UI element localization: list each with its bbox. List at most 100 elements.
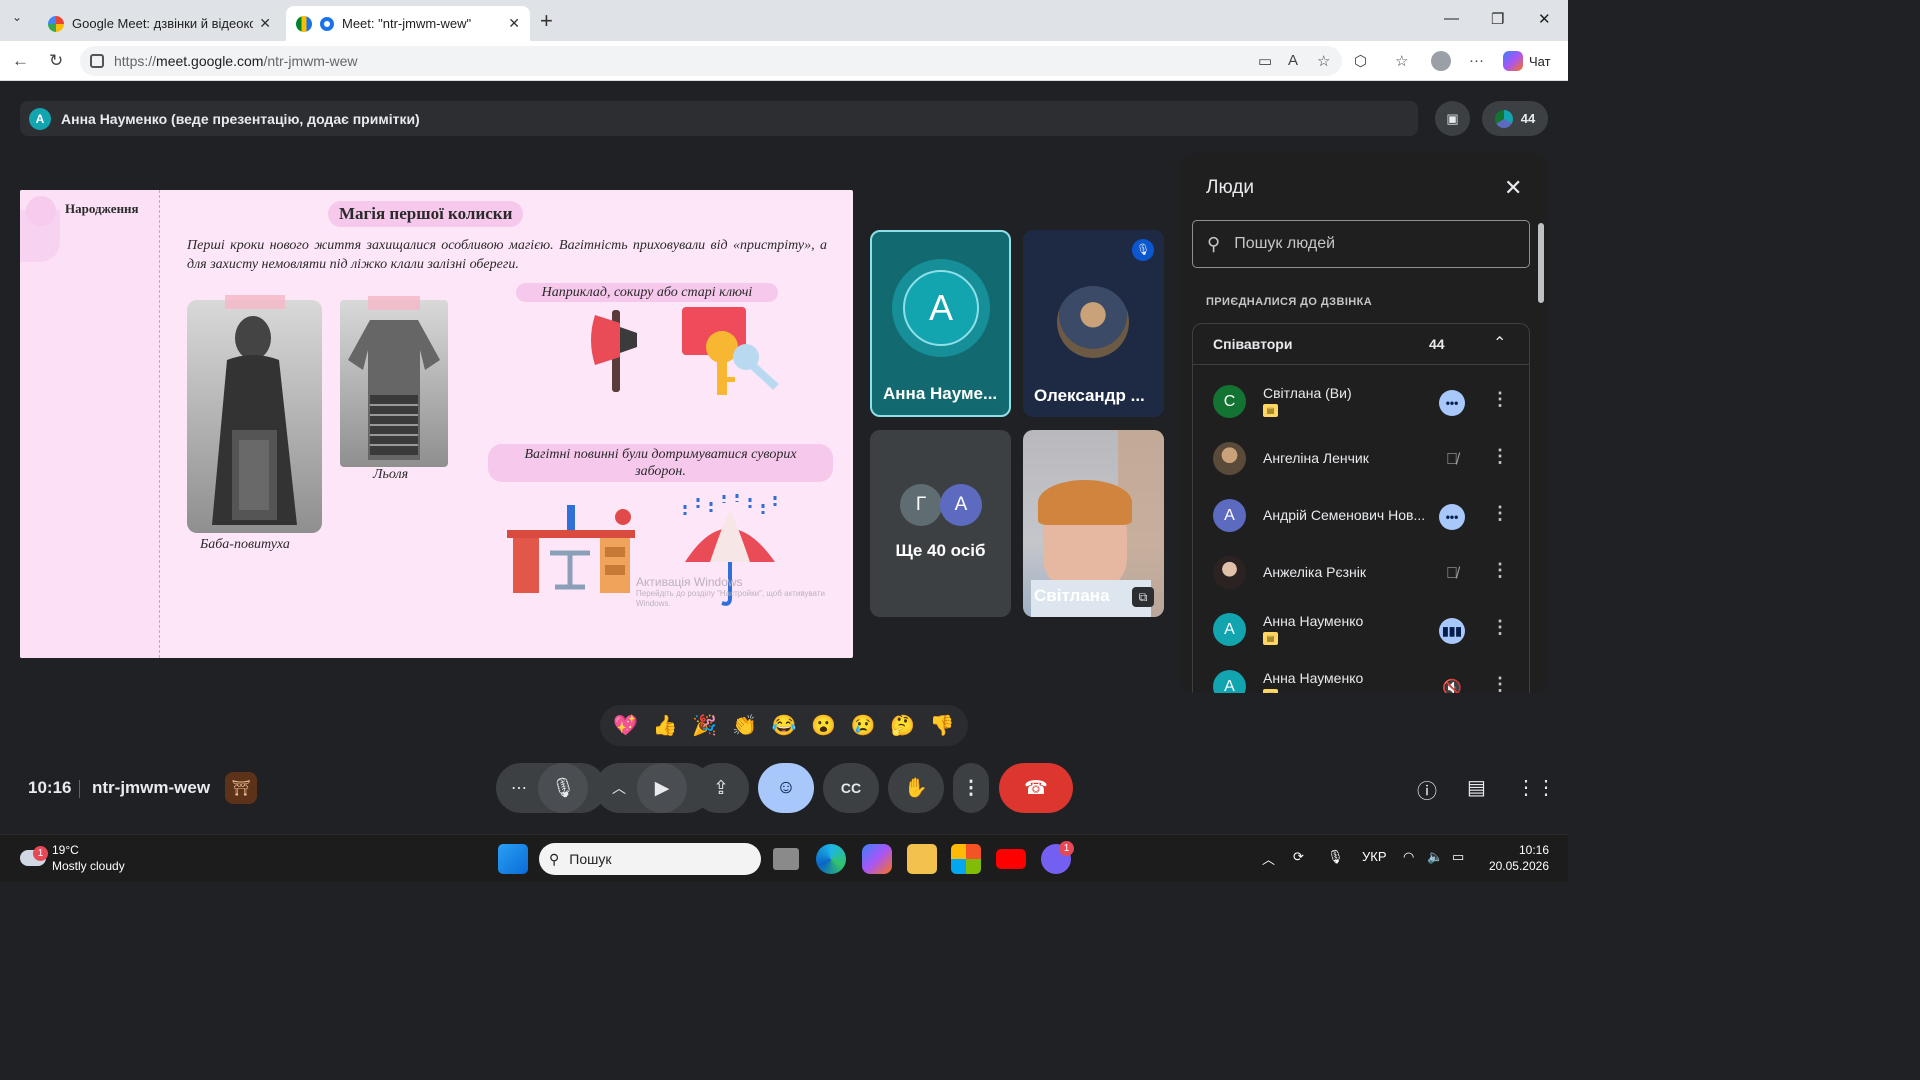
show-hidden-icons-icon[interactable]: ︿ [1262,849,1275,868]
keyboard-language[interactable]: УКР [1362,849,1387,864]
extensions-icon[interactable]: ⬡ [1354,52,1367,70]
pin-icon[interactable]: ⧉ [1132,587,1154,607]
tile-oleksandr[interactable]: 🎙 Олександр ... [1023,230,1164,417]
activity-app-icon[interactable]: ⛩ [225,772,257,804]
url-path: /ntr-jmwm-wew [263,53,358,69]
camera-in-use-icon[interactable]: ▭ [1258,52,1272,70]
reaction-thumbs-up-icon[interactable]: 👍 [653,713,678,738]
tile-presenter[interactable]: A Анна Науме... [870,230,1011,417]
audio-options-icon[interactable]: ⋯ [511,778,527,798]
chat-label: Чат [1529,53,1551,69]
participants-chip[interactable]: 44 [1482,101,1548,136]
sync-icon[interactable]: ⟳ [1293,849,1304,865]
tab-meet-call[interactable]: Meet: "ntr-jmwm-wew" ✕ [286,6,530,41]
people-scrollbar[interactable] [1538,223,1544,303]
minimize-icon[interactable]: — [1444,10,1459,27]
participant-row[interactable]: A Анна Науменко ▤ ▮▮▮ ⋮ [1193,601,1529,658]
captions-button[interactable]: CC [823,763,879,813]
tile-more-people[interactable]: Г A Ще 40 осіб [870,430,1011,617]
maximize-icon[interactable]: ❐ [1491,10,1504,28]
participant-row[interactable]: A Андрій Семенович Нов... ••• ⋮ [1193,487,1529,544]
reaction-laugh-icon[interactable]: 😂 [772,713,797,738]
close-icon[interactable]: ✕ [1504,175,1522,201]
microphone-tray-icon[interactable]: 🎙 [1327,849,1344,865]
favorites-icon[interactable]: ☆ [1395,52,1408,70]
read-aloud-icon[interactable]: A [1288,52,1298,69]
task-view-icon[interactable] [773,848,799,870]
new-tab-icon[interactable]: + [540,8,553,34]
more-menu-icon[interactable]: ··· [1469,52,1484,69]
reactions-button[interactable]: ☺ [758,763,814,813]
presentation-slide: Народження Магія першої колиски Перші кр… [20,190,853,658]
leave-call-button[interactable]: ☎ [999,763,1073,813]
participant-menu-icon[interactable]: ⋮ [1491,560,1509,581]
taskbar-search[interactable]: ⚲ Пошук [539,843,761,875]
participant-row[interactable]: Анжеліка Рєзнік 🎙̸ ⋮ [1193,544,1529,601]
participant-count: 44 [1520,111,1536,126]
participant-row[interactable]: С Світлана (Ви) ▤ ••• ⋮ [1193,373,1529,430]
watermark-subtitle: Перейдіть до розділу "Настройки", щоб ак… [636,589,825,608]
reaction-heart-icon[interactable]: 💖 [613,713,638,738]
back-icon[interactable]: ← [12,51,29,71]
tab-list-chevron-icon[interactable]: ⌄ [12,10,22,24]
meeting-info-icon[interactable]: ⓘ [1417,775,1437,804]
url-field[interactable]: https:// meet.google.com /ntr-jmwm-wew [80,46,1342,76]
reaction-thumbs-down-icon[interactable]: 👎 [930,713,955,738]
copilot-icon[interactable] [862,844,892,874]
tab-title: Meet: "ntr-jmwm-wew" [342,16,472,31]
reaction-surprised-icon[interactable]: 😮 [811,713,836,738]
tile-avatar: A [903,270,979,346]
youtube-icon[interactable] [996,849,1026,869]
raise-hand-button[interactable]: ✋ [888,763,944,813]
profile-avatar[interactable] [1431,51,1451,71]
camera-button[interactable]: ▶ [637,763,687,813]
reaction-thinking-icon[interactable]: 🤔 [890,713,915,738]
browser-tab-strip: ⌄ Google Meet: дзвінки й відеоконференці… [0,0,1568,41]
tab-google-meet-home[interactable]: Google Meet: дзвінки й відеоконференції … [38,6,281,41]
people-search-input[interactable]: ⚲ Пошук людей [1192,220,1530,268]
people-panel-title: Люди [1206,177,1255,198]
stop-presenting-icon[interactable]: ▣ [1435,101,1470,136]
reaction-clap-icon[interactable]: 👏 [732,713,757,738]
presenter-avatar: A [29,107,51,130]
wifi-icon[interactable]: ◠ [1403,849,1414,865]
weather-widget[interactable]: 1 19°C Mostly cloudy [16,842,125,874]
activities-grid-icon[interactable]: ⋮⋮ [1516,775,1556,800]
embroidered-shirt-icon [348,320,440,460]
meet-icon [296,15,312,32]
volume-icon[interactable]: 🔈 [1427,849,1443,865]
edge-icon[interactable] [816,844,846,874]
participant-menu-icon[interactable]: ⋮ [1491,503,1509,524]
participant-row[interactable]: Ангеліна Ленчик 🎙̸ ⋮ [1193,430,1529,487]
close-tab-icon[interactable]: ✕ [259,15,271,32]
rules-pill: Вагітні повинні були дотримуватися сувор… [488,444,833,482]
tile-svitlana[interactable]: Світлана ⧉ [1023,430,1164,617]
participant-menu-icon[interactable]: ⋮ [1491,617,1509,638]
participant-menu-icon[interactable]: ⋮ [1491,674,1509,693]
chat-icon[interactable]: ▤ [1467,775,1486,800]
favorite-star-icon[interactable]: ☆ [1317,52,1330,70]
system-clock[interactable]: 10:16 20.05.2026 [1487,842,1549,874]
reload-icon[interactable]: ↻ [49,51,63,71]
close-window-icon[interactable]: ✕ [1538,10,1551,28]
participant-menu-icon[interactable]: ⋮ [1491,389,1509,410]
group-header[interactable]: Співавтори [1193,324,1529,365]
more-options-button[interactable]: ⋮ [953,763,989,813]
chevron-up-icon[interactable]: ⌃ [1493,333,1506,353]
close-tab-icon[interactable]: ✕ [508,15,520,32]
start-windows-icon[interactable] [498,844,528,874]
battery-icon[interactable]: ▭ [1452,849,1464,865]
participant-menu-icon[interactable]: ⋮ [1491,446,1509,467]
present-screen-button[interactable]: ⇪ [693,763,749,813]
presenter-badge-icon: ▤ [1263,404,1278,417]
copilot-chat-button[interactable]: Чат [1503,51,1551,71]
site-info-icon[interactable] [90,54,104,68]
file-explorer-icon[interactable] [907,844,937,874]
participant-row[interactable]: A Анна Науменко ▤ 🔇 ⋮ [1193,658,1529,693]
slide-title: Магія першої колиски [328,201,524,227]
chevron-up-icon[interactable]: ︿ [612,778,626,798]
reaction-party-icon[interactable]: 🎉 [692,713,717,738]
microphone-button[interactable]: 🎙 [538,763,588,813]
reaction-sad-icon[interactable]: 😢 [851,713,876,738]
store-icon[interactable] [951,844,981,874]
